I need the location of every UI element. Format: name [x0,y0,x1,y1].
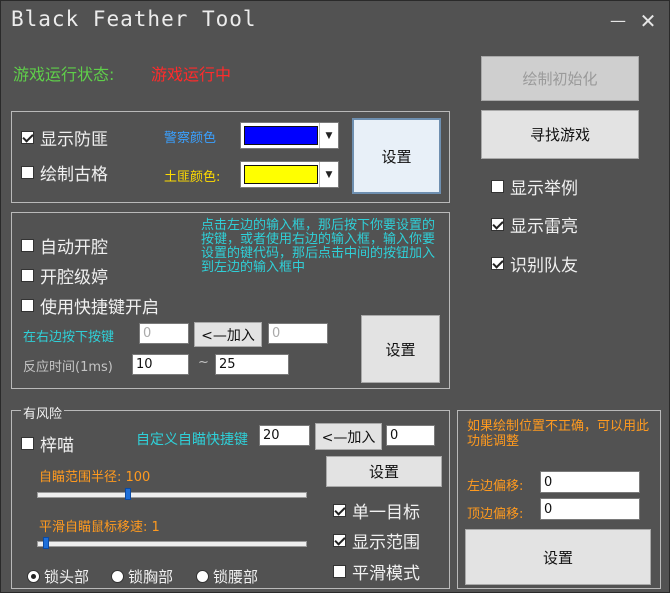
checkbox-box[interactable] [333,534,346,547]
minimize-icon[interactable]: — [607,11,629,30]
left-offset-label: 左边偏移: [467,479,524,494]
radio-dot[interactable] [196,570,209,583]
aim-radius-label: 自瞄范围半径: 100 [39,470,151,485]
fire-level-checkbox[interactable]: 开腔级婷 [21,263,108,288]
chevron-down-icon[interactable]: ▼ [319,162,338,187]
lock-chest-radio[interactable]: 锁胸部 [111,566,173,587]
display-set-button[interactable]: 设置 [352,118,441,194]
bandit-color-swatch [244,165,318,184]
checkbox-box[interactable] [21,437,34,450]
lock-waist-radio[interactable]: 锁腰部 [196,566,258,587]
aim-add-button[interactable]: <—加入 [315,423,382,450]
custom-hotkey-label: 自定义自瞄快捷键 [136,432,248,448]
reaction-time-label: 反应时间(1ms) [23,360,113,375]
radio-dot[interactable] [111,570,124,583]
aim-hotkey-input[interactable]: 20 [259,425,310,446]
identify-team-checkbox[interactable]: 识别队友 [491,251,578,276]
find-game-button[interactable]: 寻找游戏 [481,110,639,159]
game-status-label: 游戏运行状态: [13,65,115,84]
key-code-input[interactable]: 0 [268,323,328,344]
checkbox-box[interactable] [21,131,34,144]
game-status-value: 游戏运行中 [151,65,232,84]
checkbox-box[interactable] [21,166,34,179]
offset-set-button[interactable]: 设置 [465,529,651,585]
slider-thumb[interactable] [125,488,131,500]
range-tilde: ~ [198,355,209,370]
hotkey-hint-text: 点击左边的输入框，那后按下你要设置的按键，或者使用右边的输入框，输入你要设置的键… [201,218,436,275]
checkbox-box[interactable] [21,269,34,282]
bandit-color-label: 土匪颜色: [164,170,221,185]
top-offset-input[interactable]: 0 [540,498,640,520]
trigger-set-button[interactable]: 设置 [361,315,440,383]
checkbox-box[interactable] [491,180,504,193]
add-key-button[interactable]: <—加入 [194,322,262,347]
chevron-down-icon[interactable]: ▼ [319,123,338,148]
show-defense-checkbox[interactable]: 显示防匪 [21,125,108,150]
window-title: Black Feather Tool [11,7,257,31]
show-range-checkbox[interactable]: 显示范围 [333,528,420,553]
lock-head-radio[interactable]: 锁头部 [27,566,89,587]
press-key-label: 在右边按下按键 [23,330,115,345]
radio-dot[interactable] [27,570,40,583]
close-icon[interactable]: ✕ [637,9,659,33]
aim-radius-slider[interactable] [37,488,307,500]
use-hotkey-checkbox[interactable]: 使用快捷键开启 [21,293,159,318]
checkbox-box[interactable] [333,565,346,578]
police-color-label: 警察颜色 [164,131,217,146]
bandit-color-select[interactable]: ▼ [240,161,339,188]
draw-grid-checkbox[interactable]: 绘制古格 [21,160,108,185]
left-offset-input[interactable]: 0 [540,471,640,493]
show-thunder-checkbox[interactable]: 显示雷亮 [491,212,578,237]
checkbox-box[interactable] [491,218,504,231]
checkbox-box[interactable] [491,257,504,270]
checkbox-box[interactable] [333,504,346,517]
smooth-speed-label: 平滑自瞄鼠标移速: 1 [39,520,160,535]
offset-hint-text: 如果绘制位置不正确，可以用此功能调整 [467,419,650,449]
aim-set-button[interactable]: 设置 [326,456,442,487]
auto-fire-checkbox[interactable]: 自动开腔 [21,233,108,258]
app-window: Black Feather Tool — ✕ 游戏运行状态: 游戏运行中 绘制初… [0,0,670,593]
checkbox-box[interactable] [21,239,34,252]
key-input[interactable]: 0 [139,323,189,344]
smooth-mode-checkbox[interactable]: 平滑模式 [333,559,420,584]
reaction-max-input[interactable]: 25 [215,354,289,375]
reaction-min-input[interactable]: 10 [132,354,189,375]
draw-init-button[interactable]: 绘制初始化 [481,56,639,101]
police-color-select[interactable]: ▼ [240,122,339,149]
checkbox-box[interactable] [21,299,34,312]
top-offset-label: 顶边偏移: [467,507,524,522]
aim-hotkey-code-input[interactable]: 0 [386,425,435,446]
aim-checkbox[interactable]: 梓喵 [21,431,74,456]
single-target-checkbox[interactable]: 单一目标 [333,498,420,523]
police-color-swatch [244,126,318,145]
smooth-speed-slider[interactable] [37,537,307,549]
show-report-checkbox[interactable]: 显示举例 [491,174,578,199]
risk-group-legend: 有风险 [21,403,65,422]
slider-thumb[interactable] [43,537,49,549]
